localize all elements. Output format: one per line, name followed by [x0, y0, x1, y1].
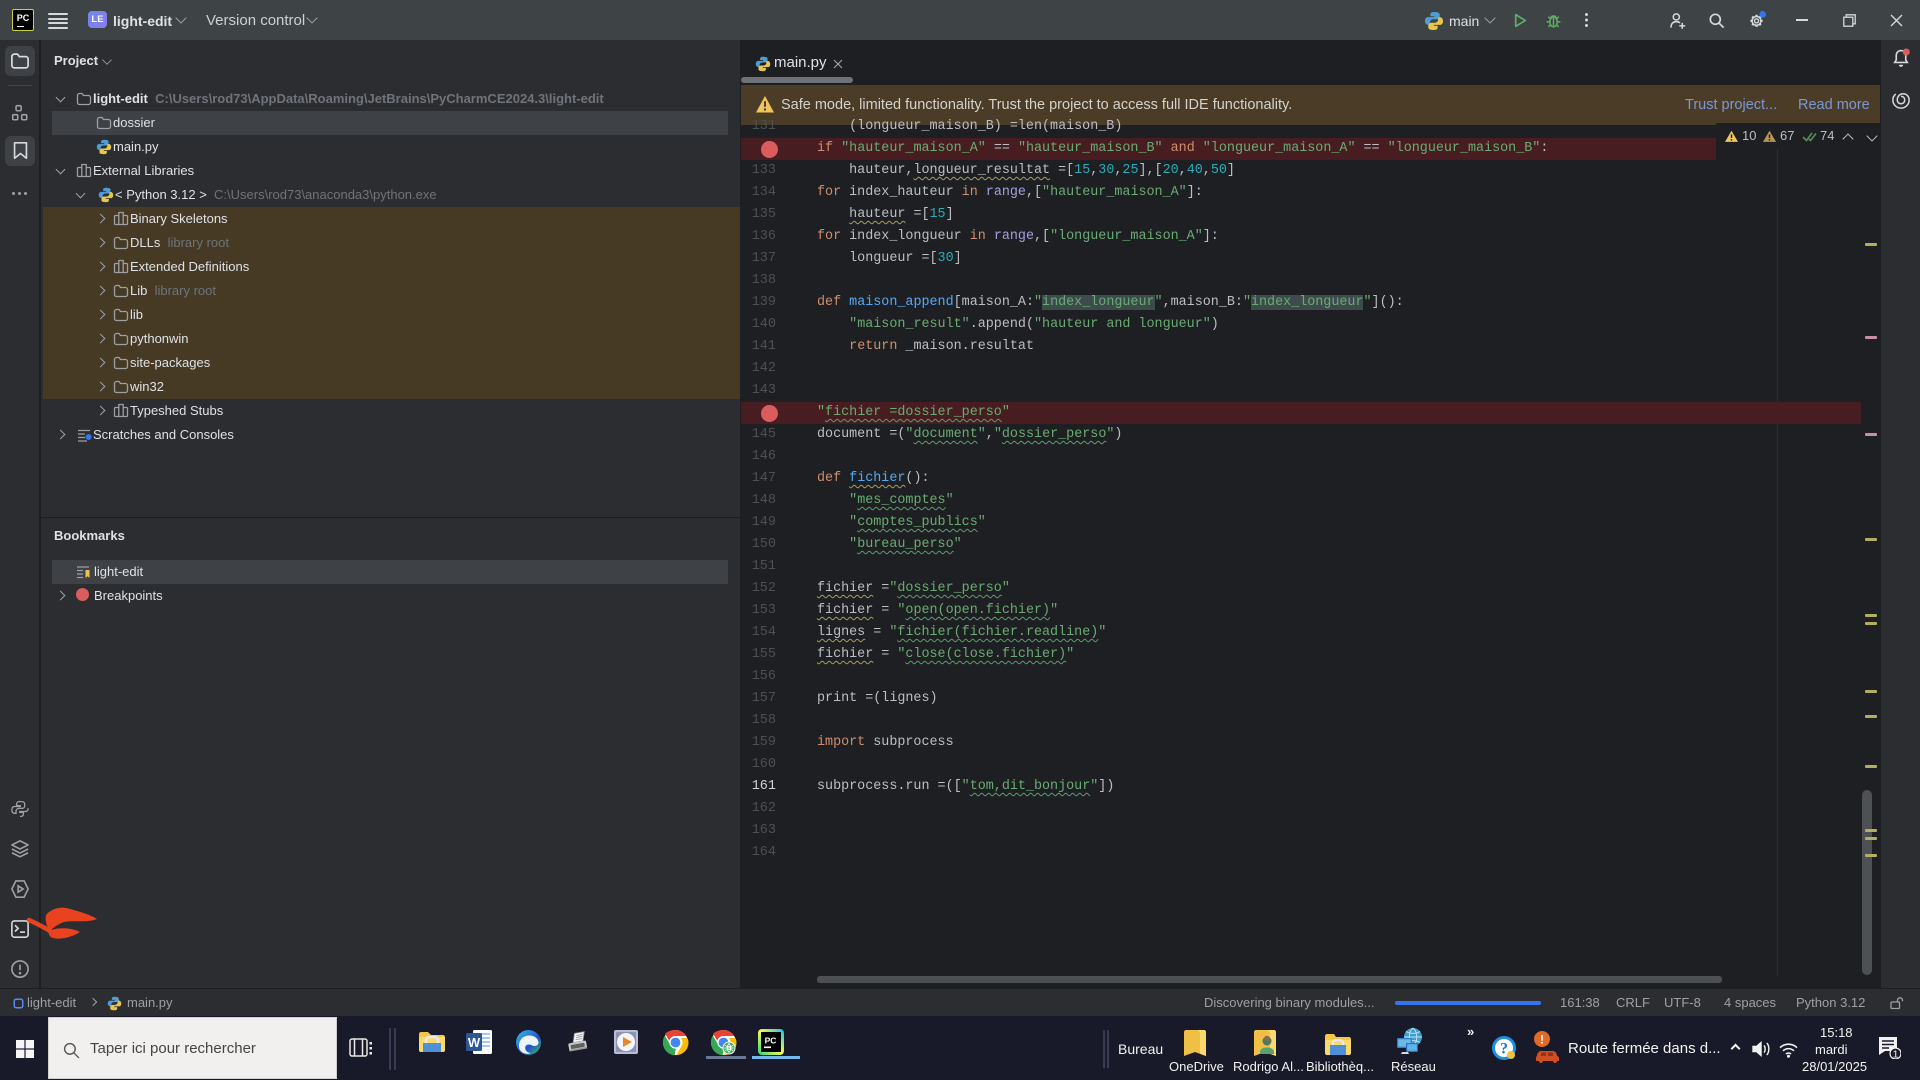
svg-text:!: ! — [1540, 1033, 1544, 1047]
svg-text:1: 1 — [1893, 1049, 1899, 1060]
svg-text:?: ? — [1500, 1041, 1508, 1058]
svg-text:W: W — [468, 1035, 481, 1050]
svg-text:PC: PC — [765, 1036, 777, 1046]
